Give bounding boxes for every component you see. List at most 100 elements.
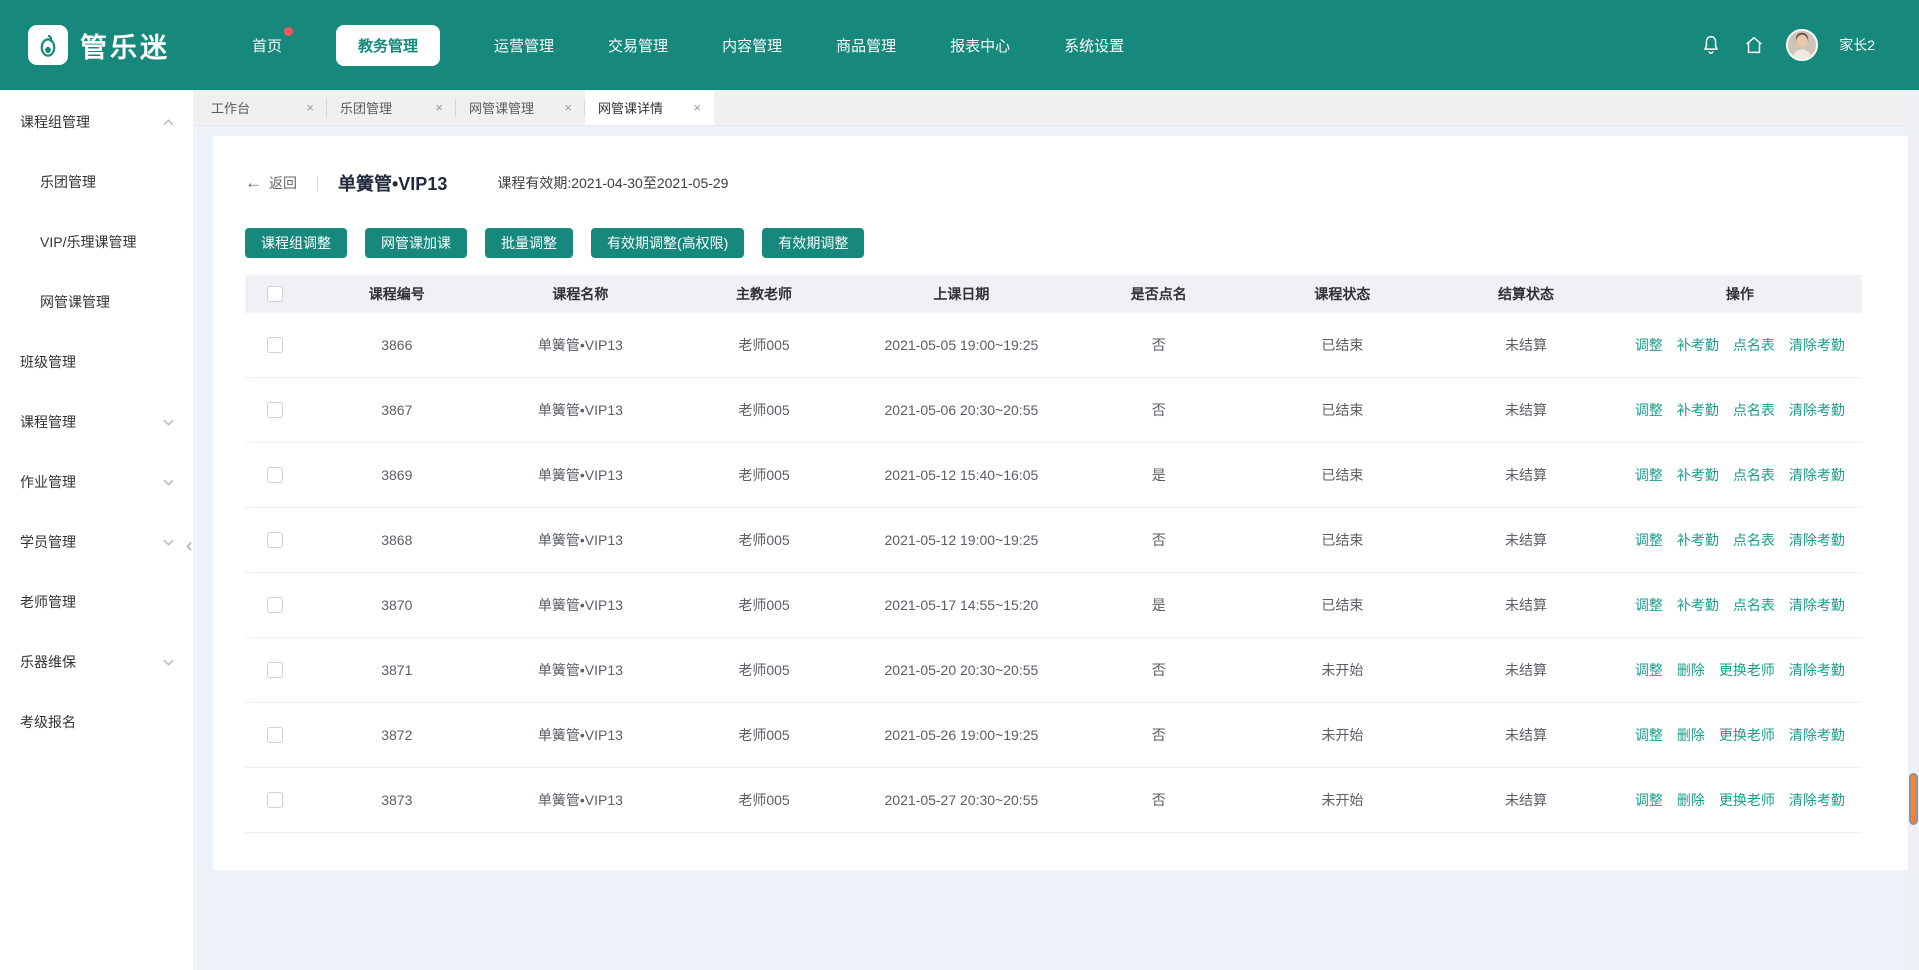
operation-link[interactable]: 删除	[1677, 660, 1705, 680]
sidebar-item[interactable]: 乐团管理	[0, 152, 193, 212]
topnav-item-label: 交易管理	[608, 38, 668, 55]
action-button[interactable]: 网管课加课	[365, 228, 467, 258]
operation-link[interactable]: 调整	[1635, 530, 1663, 550]
tab-close-icon[interactable]: ×	[564, 100, 572, 115]
operation-link[interactable]: 调整	[1635, 335, 1663, 355]
chevron-down-icon	[162, 536, 175, 549]
topnav-item[interactable]: 报表中心	[950, 25, 1010, 66]
cell-rollcall: 否	[1067, 530, 1251, 550]
username[interactable]: 家长2	[1839, 35, 1875, 55]
bell-icon[interactable]	[1700, 34, 1722, 56]
action-button[interactable]: 有效期调整	[762, 228, 864, 258]
sidebar-item[interactable]: 课程组管理	[0, 92, 193, 152]
row-checkbox[interactable]	[267, 597, 283, 613]
topnav-item[interactable]: 交易管理	[608, 25, 668, 66]
operation-link[interactable]: 点名表	[1733, 400, 1775, 420]
operation-link[interactable]: 补考勤	[1677, 530, 1719, 550]
header-checkbox-cell	[245, 286, 305, 302]
sidebar-item[interactable]: 课程管理	[0, 392, 193, 452]
operation-link[interactable]: 更换老师	[1719, 660, 1775, 680]
operation-link[interactable]: 点名表	[1733, 595, 1775, 615]
operation-link[interactable]: 清除考勤	[1789, 335, 1845, 355]
operation-link[interactable]: 清除考勤	[1789, 595, 1845, 615]
row-checkbox[interactable]	[267, 467, 283, 483]
operation-link[interactable]: 清除考勤	[1789, 400, 1845, 420]
column-header: 课程状态	[1251, 284, 1435, 304]
topnav-item[interactable]: 商品管理	[836, 25, 896, 66]
row-checkbox[interactable]	[267, 727, 283, 743]
operation-link[interactable]: 清除考勤	[1789, 790, 1845, 810]
operation-link[interactable]: 调整	[1635, 465, 1663, 485]
scrollbar-track[interactable]	[1908, 90, 1919, 970]
operation-link[interactable]: 补考勤	[1677, 595, 1719, 615]
operation-link[interactable]: 更换老师	[1719, 790, 1775, 810]
cell-date: 2021-05-12 15:40~16:05	[856, 467, 1067, 483]
operation-link[interactable]: 调整	[1635, 660, 1663, 680]
sidebar-item[interactable]: 网管课管理	[0, 272, 193, 332]
operation-link[interactable]: 点名表	[1733, 530, 1775, 550]
cell-course-name: 单簧管•VIP13	[489, 335, 673, 355]
topnav-item[interactable]: 系统设置	[1064, 25, 1124, 66]
operation-link[interactable]: 调整	[1635, 790, 1663, 810]
operation-link[interactable]: 调整	[1635, 725, 1663, 745]
topnav-item[interactable]: 教务管理	[336, 25, 440, 66]
column-header: 上课日期	[856, 284, 1067, 304]
row-checkbox[interactable]	[267, 662, 283, 678]
page-tab[interactable]: 乐团管理 ×	[327, 90, 456, 125]
sidebar-item[interactable]: 老师管理	[0, 572, 193, 632]
avatar[interactable]	[1786, 29, 1818, 61]
operation-link[interactable]: 调整	[1635, 400, 1663, 420]
topnav-item[interactable]: 运营管理	[494, 25, 554, 66]
tab-close-icon[interactable]: ×	[306, 100, 314, 115]
column-header: 课程编号	[305, 284, 489, 304]
sidebar-collapse-handle[interactable]: ‹	[186, 532, 193, 560]
scrollbar-thumb[interactable]	[1909, 773, 1918, 825]
select-all-checkbox[interactable]	[267, 286, 283, 302]
sidebar-item[interactable]: 乐器维保	[0, 632, 193, 692]
operation-link[interactable]: 补考勤	[1677, 335, 1719, 355]
table-row: 3866 单簧管•VIP13 老师005 2021-05-05 19:00~19…	[245, 313, 1862, 378]
action-button[interactable]: 有效期调整(高权限)	[591, 228, 744, 258]
operation-link[interactable]: 删除	[1677, 725, 1705, 745]
back-button[interactable]: ← 返回	[245, 173, 297, 193]
operation-link[interactable]: 删除	[1677, 790, 1705, 810]
column-header: 操作	[1618, 284, 1862, 304]
operation-link[interactable]: 清除考勤	[1789, 725, 1845, 745]
cell-operations: 调整 删除 更换老师 清除考勤	[1618, 790, 1862, 810]
row-checkbox[interactable]	[267, 402, 283, 418]
page-tab[interactable]: 网管课管理 ×	[456, 90, 585, 125]
action-button[interactable]: 课程组调整	[245, 228, 347, 258]
tab-close-icon[interactable]: ×	[693, 100, 701, 115]
operation-link[interactable]: 补考勤	[1677, 465, 1719, 485]
topnav-item[interactable]: 内容管理	[722, 25, 782, 66]
detail-card: ← 返回 单簧管•VIP13 课程有效期:2021-04-30至2021-05-…	[213, 136, 1908, 870]
sidebar-item[interactable]: 作业管理	[0, 452, 193, 512]
tab-close-icon[interactable]: ×	[435, 100, 443, 115]
row-checkbox[interactable]	[267, 337, 283, 353]
sidebar-item[interactable]: VIP/乐理课管理	[0, 212, 193, 272]
operation-link[interactable]: 清除考勤	[1789, 660, 1845, 680]
brand[interactable]: 管乐迷	[28, 25, 170, 65]
page-tab[interactable]: 网管课详情 ×	[585, 90, 714, 125]
sidebar-item[interactable]: 考级报名	[0, 692, 193, 752]
back-label: 返回	[269, 173, 297, 193]
operation-link[interactable]: 点名表	[1733, 335, 1775, 355]
sidebar-item[interactable]: 学员管理	[0, 512, 193, 572]
row-checkbox[interactable]	[267, 532, 283, 548]
cell-teacher: 老师005	[672, 595, 856, 615]
action-button[interactable]: 批量调整	[485, 228, 573, 258]
operation-link[interactable]: 清除考勤	[1789, 465, 1845, 485]
operation-link[interactable]: 更换老师	[1719, 725, 1775, 745]
row-checkbox[interactable]	[267, 792, 283, 808]
topnav-item[interactable]: 首页	[252, 25, 282, 66]
sidebar-item[interactable]: 班级管理	[0, 332, 193, 392]
home-icon[interactable]	[1743, 34, 1765, 56]
operation-link[interactable]: 调整	[1635, 595, 1663, 615]
operation-link[interactable]: 清除考勤	[1789, 530, 1845, 550]
course-title: 单簧管•VIP13	[338, 170, 447, 196]
chevron-down-icon	[162, 416, 175, 429]
operation-link[interactable]: 点名表	[1733, 465, 1775, 485]
page-tab[interactable]: 工作台 ×	[198, 90, 327, 125]
table-header-row: 课程编号 课程名称 主教老师 上课日期 是否点名 课程状态 结算状态 操作	[245, 275, 1862, 313]
operation-link[interactable]: 补考勤	[1677, 400, 1719, 420]
